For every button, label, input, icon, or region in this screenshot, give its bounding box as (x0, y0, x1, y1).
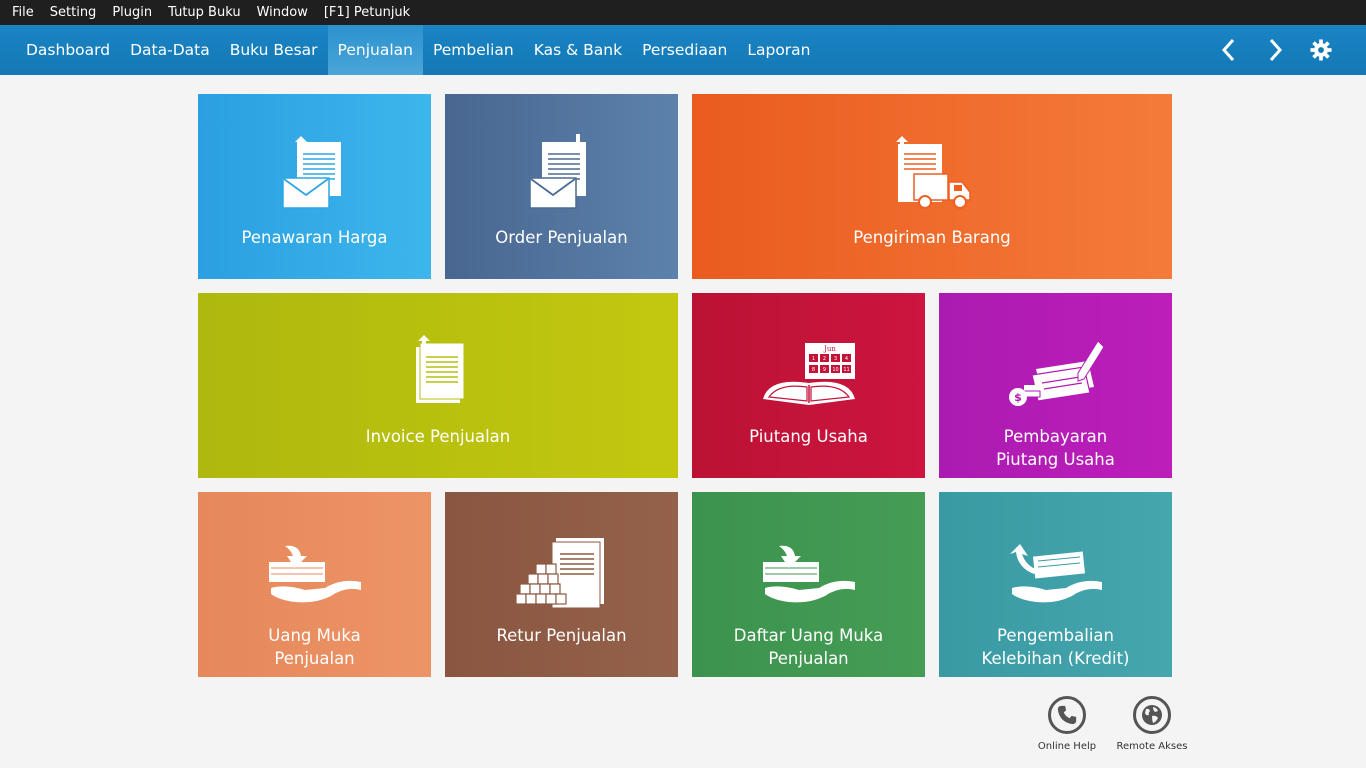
svg-text:$: $ (1014, 391, 1022, 404)
tile-label: Pengembalian (997, 626, 1114, 645)
calendar-month: Jun (823, 345, 836, 353)
tile-label: Penjualan (274, 649, 355, 668)
menu-window[interactable]: Window (249, 0, 316, 25)
phone-icon (1057, 705, 1077, 725)
tile-pengiriman-barang[interactable]: Pengiriman Barang (692, 94, 1172, 279)
tab-kas-bank[interactable]: Kas & Bank (524, 25, 632, 75)
calendar-book-icon: Jun 1 2 3 4 8 9 10 11 (762, 343, 855, 405)
menu-file[interactable]: File (0, 0, 42, 25)
calendar-day: 2 (822, 356, 825, 362)
tile-label: Pengiriman Barang (853, 228, 1011, 247)
calendar-day: 8 (811, 367, 814, 373)
menu-petunjuk[interactable]: [F1] Petunjuk (316, 0, 418, 25)
tab-laporan[interactable]: Laporan (737, 25, 820, 75)
tile-uang-muka-penjualan[interactable]: Uang Muka Penjualan (198, 492, 431, 677)
tab-persediaan[interactable]: Persediaan (632, 25, 737, 75)
settings-button[interactable] (1298, 25, 1344, 75)
chevron-left-icon (1221, 38, 1235, 62)
tile-pengembalian-kelebihan[interactable]: Pengembalian Kelebihan (Kredit) (939, 492, 1172, 677)
tile-label: Invoice Penjualan (365, 427, 511, 446)
tile-label: Kelebihan (Kredit) (981, 649, 1130, 668)
menu-plugin[interactable]: Plugin (104, 0, 160, 25)
tile-label: Pembayaran (1003, 427, 1108, 446)
menu-setting[interactable]: Setting (42, 0, 105, 25)
cheque-payment-icon: $ (1008, 340, 1105, 406)
refund-hand-icon (1009, 544, 1102, 603)
tile-penawaran-harga[interactable]: Penawaran Harga (198, 94, 431, 279)
tab-data-data[interactable]: Data-Data (120, 25, 220, 75)
gear-icon (1310, 39, 1332, 61)
chevron-right-icon (1269, 38, 1283, 62)
tab-dashboard[interactable]: Dashboard (0, 25, 120, 75)
calendar-day: 1 (811, 356, 814, 362)
document-envelope-icon (282, 136, 341, 209)
remote-akses-label: Remote Akses (1116, 741, 1188, 752)
tile-label: Daftar Uang Muka (733, 626, 884, 645)
calendar-day: 9 (822, 367, 825, 373)
delivery-truck-icon (896, 136, 971, 209)
calendar-day: 3 (833, 356, 836, 362)
menubar: File Setting Plugin Tutup Buku Window [F… (0, 0, 1366, 25)
tile-retur-penjualan[interactable]: Retur Penjualan (445, 492, 678, 677)
tile-label: Uang Muka (268, 626, 361, 645)
remote-akses-button[interactable]: Remote Akses (1116, 696, 1188, 752)
forward-button[interactable] (1252, 25, 1298, 75)
tile-pembayaran-piutang[interactable]: $ Pembayaran Piutang Usaha (939, 293, 1172, 478)
return-boxes-icon (515, 538, 604, 609)
tile-label: Penjualan (768, 649, 849, 668)
main-navigation: Dashboard Data-Data Buku Besar Penjualan… (0, 25, 1366, 75)
tile-order-penjualan[interactable]: Order Penjualan (445, 94, 678, 279)
calendar-day: 4 (844, 356, 847, 362)
tile-label: Piutang Usaha (996, 450, 1115, 469)
back-button[interactable] (1206, 25, 1252, 75)
tile-invoice-penjualan[interactable]: Invoice Penjualan (198, 293, 678, 478)
menu-tutup-buku[interactable]: Tutup Buku (160, 0, 248, 25)
document-envelope-icon (529, 134, 586, 209)
money-hand-icon (268, 545, 361, 603)
money-hand-icon (762, 545, 855, 603)
tab-penjualan[interactable]: Penjualan (327, 25, 423, 75)
calendar-day: 10 (832, 367, 838, 373)
tile-piutang-usaha[interactable]: Jun 1 2 3 4 8 9 10 11 Piutang Usaha (692, 293, 925, 478)
globe-icon (1142, 705, 1162, 725)
online-help-label: Online Help (1037, 741, 1097, 752)
tile-daftar-uang-muka[interactable]: Daftar Uang Muka Penjualan (692, 492, 925, 677)
tile-label: Penawaran Harga (241, 228, 388, 247)
online-help-button[interactable]: Online Help (1036, 696, 1098, 752)
tile-label: Order Penjualan (495, 228, 628, 247)
calendar-day: 11 (843, 367, 849, 373)
tab-pembelian[interactable]: Pembelian (423, 25, 524, 75)
tile-label: Piutang Usaha (749, 427, 868, 446)
tab-buku-besar[interactable]: Buku Besar (220, 25, 328, 75)
tile-label: Retur Penjualan (496, 626, 627, 645)
invoice-document-icon (416, 335, 465, 403)
